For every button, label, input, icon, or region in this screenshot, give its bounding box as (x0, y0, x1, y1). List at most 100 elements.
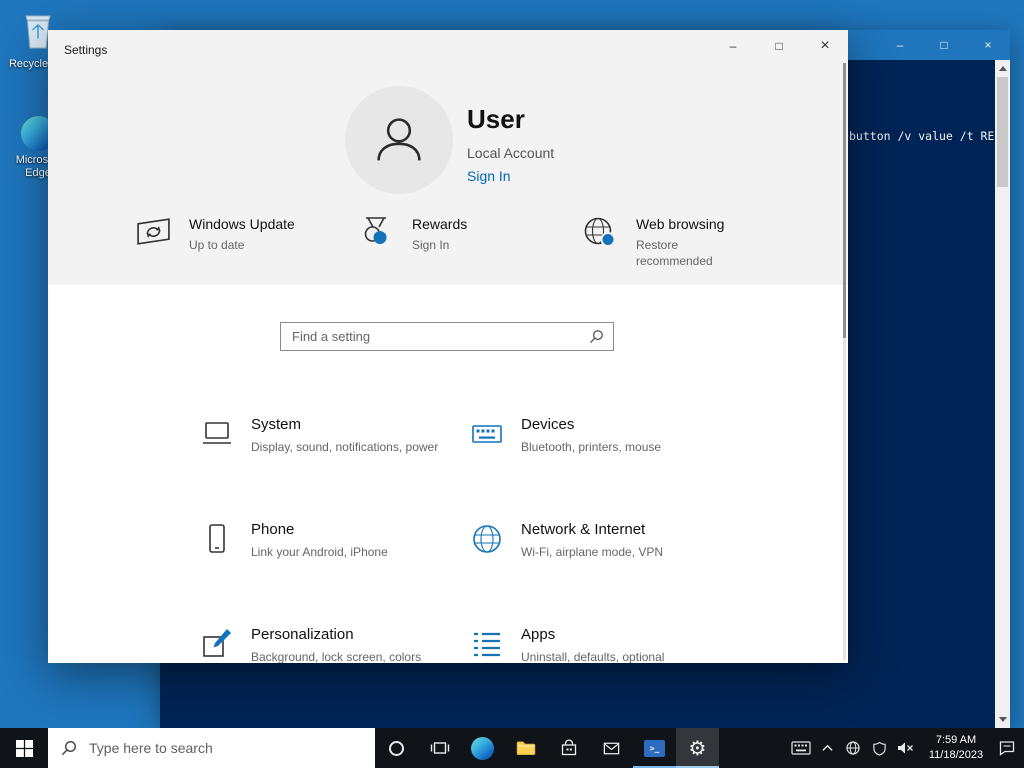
quick-item-title: Windows Update (189, 216, 295, 232)
devices-icon (472, 425, 502, 443)
settings-taskbar-button[interactable]: ⚙ (676, 728, 719, 768)
action-center-button[interactable] (994, 728, 1020, 768)
touch-keyboard-button[interactable] (788, 728, 814, 768)
close-button[interactable]: × (966, 30, 1010, 60)
category-desc: Link your Android, iPhone (251, 545, 388, 559)
category-title: Personalization (251, 626, 354, 643)
chevron-up-icon (821, 744, 833, 751)
category-title: Phone (251, 521, 295, 538)
phone-icon (209, 524, 225, 553)
category-network-internet[interactable]: Network & Internet Wi-Fi, airplane mode,… (471, 521, 726, 561)
network-status-button[interactable] (840, 728, 866, 768)
user-avatar (345, 86, 453, 194)
maximize-button[interactable]: □ (756, 30, 802, 62)
tray-overflow-button[interactable] (814, 728, 840, 768)
minimize-button[interactable]: – (710, 30, 756, 62)
search-icon (61, 740, 77, 756)
search-icon (590, 330, 603, 343)
system-tray: 7:59 AM 11/18/2023 (788, 728, 1024, 768)
quick-item-title: Rewards (412, 216, 468, 232)
windows-logo-icon (15, 739, 33, 757)
quick-rewards[interactable]: Rewards Sign In (356, 216, 467, 254)
edge-taskbar-button[interactable] (461, 728, 504, 768)
file-explorer-button[interactable] (504, 728, 547, 768)
arrow-down-icon (998, 717, 1007, 722)
quick-item-status: Restore recommended (636, 238, 713, 268)
network-globe-icon (473, 525, 501, 553)
minimize-button[interactable]: – (878, 30, 922, 60)
window-controls: – □ × (710, 30, 848, 62)
scroll-down-button[interactable] (995, 712, 1010, 727)
settings-window: Settings – □ × User Local Account Sign I… (48, 30, 848, 663)
security-status-button[interactable] (866, 728, 892, 768)
category-desc: Background, lock screen, colors (251, 650, 422, 663)
category-title: Apps (521, 626, 556, 643)
category-phone[interactable]: Phone Link your Android, iPhone (201, 521, 456, 561)
shield-icon (872, 741, 886, 756)
sign-in-link[interactable]: Sign In (467, 168, 554, 184)
quick-item-status: Up to date (189, 238, 245, 252)
category-desc: Bluetooth, printers, mouse (521, 440, 662, 454)
keyboard-icon (791, 741, 811, 755)
mail-envelope-icon (603, 742, 620, 754)
cortana-button[interactable] (375, 728, 418, 768)
scrollbar-thumb[interactable] (997, 77, 1008, 187)
close-button[interactable]: × (802, 30, 848, 62)
user-name: User (467, 104, 525, 134)
maximize-button[interactable]: □ (922, 30, 966, 60)
taskbar-clock[interactable]: 7:59 AM 11/18/2023 (918, 733, 994, 763)
quick-web-browsing[interactable]: Web browsing Restore recommended (580, 216, 748, 269)
folder-icon (516, 741, 535, 756)
volume-muted-icon (898, 742, 913, 754)
volume-button[interactable] (892, 728, 918, 768)
cortana-icon (389, 740, 404, 756)
clock-date: 11/18/2023 (928, 749, 984, 761)
network-globe-icon (846, 741, 860, 755)
user-info: User Local Account Sign In (467, 104, 554, 184)
window-title: Settings (64, 43, 108, 57)
quick-item-title: Web browsing (636, 216, 725, 232)
edge-icon (471, 736, 494, 760)
taskbar: >_ ⚙ (0, 728, 1024, 768)
category-personalization[interactable]: Personalization Background, lock screen,… (201, 626, 456, 663)
scrollbar-thumb[interactable] (843, 63, 846, 338)
category-desc: Display, sound, notifications, power (251, 440, 439, 454)
taskbar-search-input[interactable] (87, 739, 375, 757)
category-system[interactable]: System Display, sound, notifications, po… (201, 416, 456, 456)
web-browsing-globe-icon (580, 216, 620, 250)
task-view-button[interactable] (418, 728, 461, 768)
category-apps[interactable]: Apps Uninstall, defaults, optional (471, 626, 726, 663)
task-view-icon (430, 742, 449, 754)
microsoft-store-button[interactable] (547, 728, 590, 768)
powershell-taskbar-button[interactable]: >_ (633, 728, 676, 768)
windows-update-icon (133, 216, 173, 248)
settings-scrollbar[interactable] (843, 63, 846, 660)
mail-button[interactable] (590, 728, 633, 768)
category-desc: Wi-Fi, airplane mode, VPN (521, 545, 664, 559)
user-account-type: Local Account (467, 145, 555, 161)
gear-icon: ⚙ (688, 736, 707, 760)
settings-search-input[interactable] (290, 328, 589, 345)
scroll-up-button[interactable] (995, 61, 1010, 76)
category-devices[interactable]: Devices Bluetooth, printers, mouse (471, 416, 726, 456)
taskbar-search-box[interactable] (48, 728, 375, 768)
terminal-output-text: button /v value /t RE (849, 129, 995, 143)
category-title: Devices (521, 416, 575, 433)
taskbar-spacer (719, 728, 788, 768)
powershell-icon: >_ (644, 739, 665, 757)
terminal-scrollbar[interactable] (995, 60, 1010, 728)
store-bag-icon (561, 739, 576, 756)
clock-time: 7:59 AM (935, 734, 977, 747)
arrow-up-icon (998, 66, 1007, 71)
personalization-icon (203, 629, 231, 657)
system-icon (203, 422, 231, 444)
action-center-icon (999, 741, 1015, 756)
category-title: Network & Internet (521, 521, 646, 538)
quick-windows-update[interactable]: Windows Update Up to date (133, 216, 295, 254)
start-button[interactable] (0, 728, 48, 768)
rewards-icon (356, 216, 396, 249)
apps-icon (474, 632, 500, 657)
settings-search-box[interactable] (280, 322, 614, 351)
quick-item-status: Sign In (412, 238, 450, 252)
person-icon (377, 118, 421, 161)
